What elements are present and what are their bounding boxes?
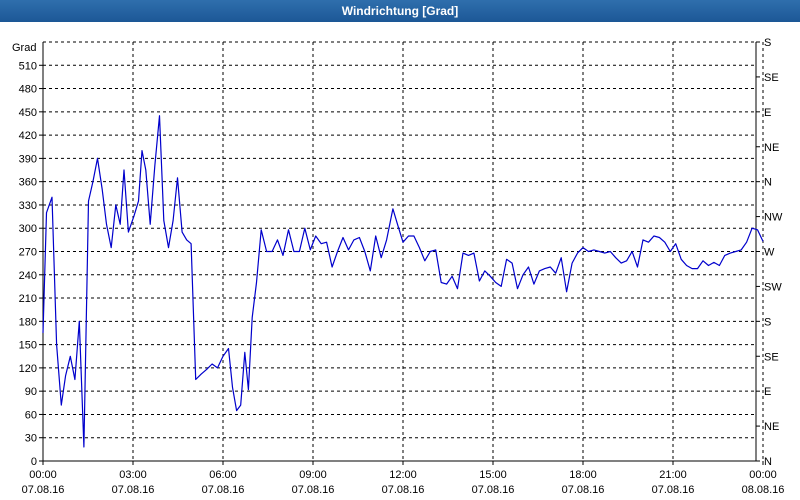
y2-tick-label: NE	[764, 421, 779, 433]
x-tick-label-date: 07.08.16	[652, 484, 695, 496]
x-tick-label-time: 12:00	[389, 469, 417, 481]
y2-tick-label: N	[764, 177, 772, 189]
x-tick-label-date: 07.08.16	[472, 484, 515, 496]
y2-tick-label: S	[764, 316, 771, 328]
chart-title: Windrichtung [Grad]	[0, 0, 800, 22]
y-tick-label: 480	[19, 84, 37, 96]
x-tick-label-date: 07.08.16	[562, 484, 605, 496]
y2-tick-label: W	[764, 247, 775, 259]
y-tick-label: 60	[25, 409, 37, 421]
x-tick-label-date: 07.08.16	[202, 484, 245, 496]
x-tick-label-time: 03:00	[119, 469, 147, 481]
y-tick-label: 210	[19, 293, 37, 305]
y-tick-label: 0	[31, 456, 37, 468]
y-tick-label: 150	[19, 340, 37, 352]
x-tick-label-time: 00:00	[29, 469, 57, 481]
y-tick-label: 120	[19, 363, 37, 375]
y2-tick-label: S	[764, 37, 771, 49]
y-tick-label: 270	[19, 247, 37, 259]
y-axis-label: Grad	[12, 42, 36, 54]
y-tick-label: 390	[19, 153, 37, 165]
x-tick-label-date: 08.08.16	[742, 484, 785, 496]
wind-direction-chart: 0 30 60 90 120 150 180 210 240 270 300 330 360 390 420…	[12, 37, 785, 496]
y-tick-label: 300	[19, 223, 37, 235]
x-tick-label-time: 00:00	[749, 469, 777, 481]
y2-tick-label: NW	[764, 212, 783, 224]
x-tick-label-time: 15:00	[479, 469, 507, 481]
y2-tick-label: SW	[764, 281, 782, 293]
y2-tick-label: N	[764, 456, 772, 468]
x-tick-label-time: 21:00	[659, 469, 687, 481]
y-tick-label: 240	[19, 270, 37, 282]
y2-tick-label: NE	[764, 142, 779, 154]
y-tick-label: 420	[19, 130, 37, 142]
y-tick-label: 90	[25, 386, 37, 398]
y-tick-label: 450	[19, 107, 37, 119]
y-tick-label: 30	[25, 433, 37, 445]
y2-tick-label: SE	[764, 72, 779, 84]
y-tick-label: 330	[19, 200, 37, 212]
x-tick-label-time: 06:00	[209, 469, 237, 481]
y-tick-label: 180	[19, 316, 37, 328]
y-tick-label: 510	[19, 60, 37, 72]
x-tick-label-date: 07.08.16	[292, 484, 335, 496]
y2-tick-label: E	[764, 386, 771, 398]
y-tick-label: 360	[19, 177, 37, 189]
x-tick-label-date: 07.08.16	[382, 484, 425, 496]
x-tick-label-date: 07.08.16	[22, 484, 65, 496]
y2-tick-label: E	[764, 107, 771, 119]
x-tick-label-time: 18:00	[569, 469, 597, 481]
x-tick-label-time: 09:00	[299, 469, 327, 481]
x-tick-label-date: 07.08.16	[112, 484, 155, 496]
y2-tick-label: SE	[764, 351, 779, 363]
